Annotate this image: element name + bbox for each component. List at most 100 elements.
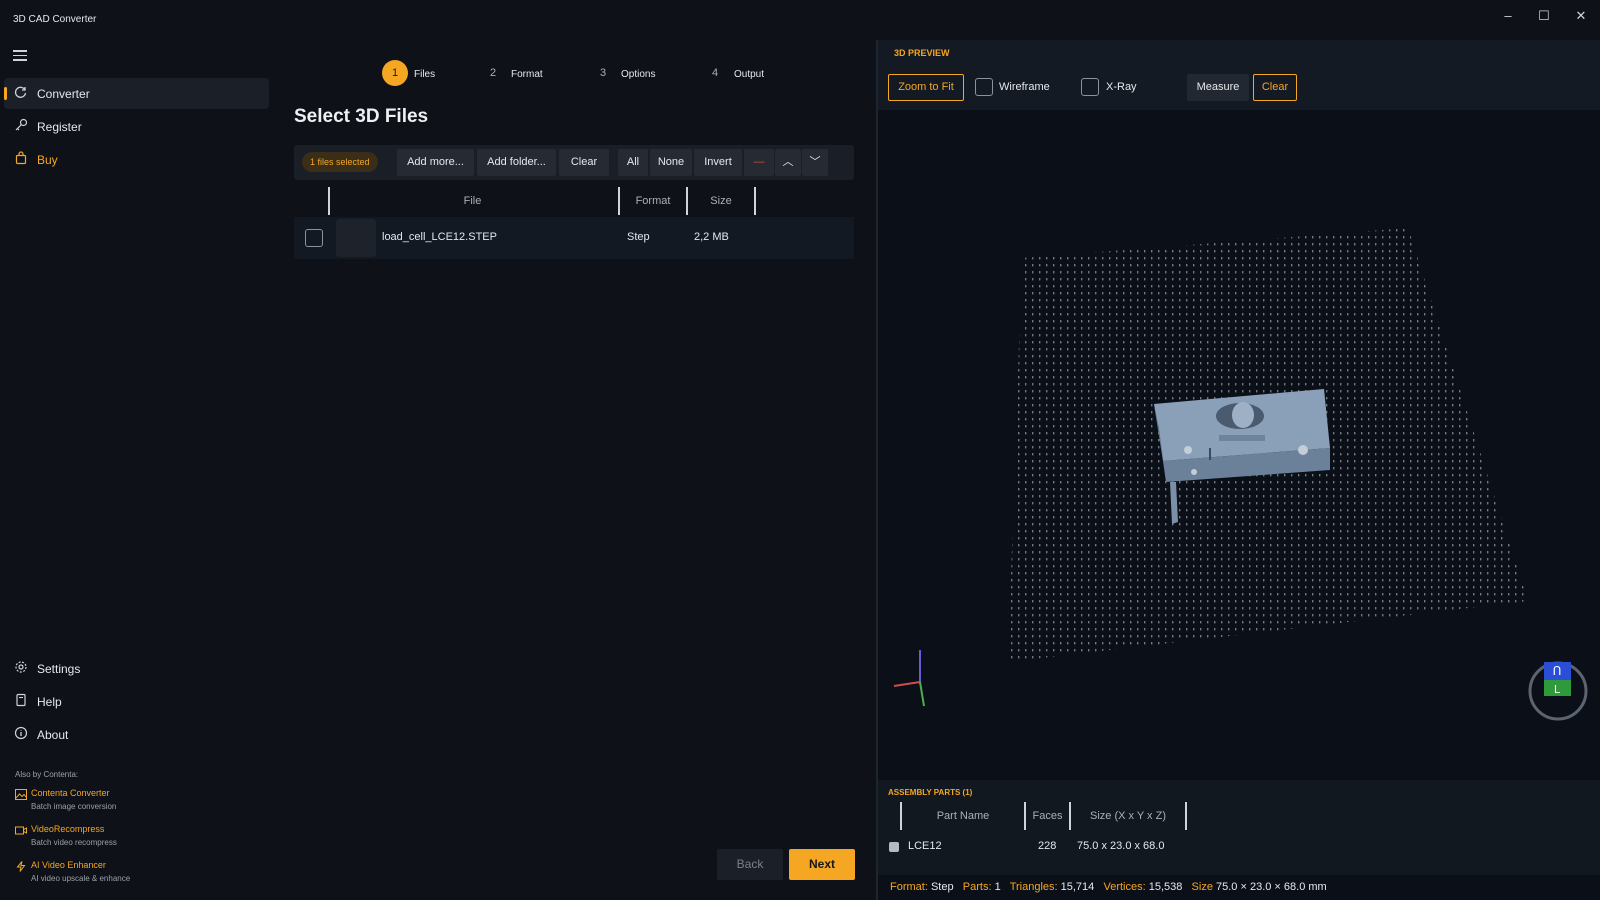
maximize-button[interactable]: ☐ — [1530, 4, 1558, 28]
zoom-to-fit-button[interactable]: Zoom to Fit — [888, 74, 964, 101]
video-icon — [15, 826, 27, 835]
status-vertices-key: Vertices: — [1103, 881, 1146, 893]
select-none-button[interactable]: None — [650, 149, 692, 176]
sidebar-item-buy[interactable]: Buy — [4, 144, 269, 175]
view-cube[interactable]: Ո L — [1528, 661, 1588, 721]
also-by-label: Also by Contenta: — [15, 770, 79, 779]
sidebar-item-converter[interactable]: Converter — [4, 78, 269, 109]
xray-checkbox[interactable] — [1081, 78, 1099, 96]
selected-count-badge: 1 files selected — [302, 152, 378, 172]
step-2-number[interactable]: 2 — [480, 60, 506, 86]
title-bar: 3D CAD Converter – ☐ ✕ — [0, 0, 1600, 40]
part-color-swatch — [889, 842, 899, 852]
sidebar-item-label: Converter — [37, 87, 90, 101]
column-header-part-name[interactable]: Part Name — [902, 802, 1024, 830]
step-1-number[interactable]: 1 — [382, 60, 408, 86]
promo-subtitle: Batch video recompress — [31, 838, 117, 847]
wireframe-checkbox[interactable] — [975, 78, 993, 96]
sidebar: Converter Register Buy Settings Help Abo… — [0, 40, 270, 900]
promo-name: AI Video Enhancer — [31, 860, 106, 870]
sidebar-item-label: Help — [37, 695, 62, 709]
status-line: Format: Step Parts: 1 Triangles: 15,714 … — [890, 881, 1327, 893]
close-button[interactable]: ✕ — [1567, 4, 1595, 28]
step-3-number[interactable]: 3 — [590, 60, 616, 86]
status-parts-value: 1 — [994, 881, 1001, 893]
sidebar-item-label: Buy — [37, 153, 58, 167]
column-header-format[interactable]: Format — [620, 187, 686, 215]
file-toolbar: 1 files selected Add more... Add folder.… — [294, 145, 854, 180]
promo-ai-video-enhancer[interactable]: AI Video Enhancer AI video upscale & enh… — [15, 860, 255, 888]
book-icon — [16, 693, 26, 707]
column-header-part-size[interactable]: Size (X x Y x Z) — [1071, 802, 1185, 830]
invert-selection-button[interactable]: Invert — [694, 149, 742, 176]
step-4-number[interactable]: 4 — [702, 60, 728, 86]
status-bar: Format: Step Parts: 1 Triangles: 15,714 … — [878, 875, 1600, 900]
sidebar-item-about[interactable]: About — [4, 719, 269, 750]
column-header-size[interactable]: Size — [688, 187, 754, 215]
back-button[interactable]: Back — [717, 849, 783, 880]
promo-subtitle: AI video upscale & enhance — [31, 874, 131, 883]
gear-icon — [15, 661, 27, 673]
promo-name: Contenta Converter — [31, 788, 110, 798]
part-faces-cell: 228 — [1038, 840, 1057, 852]
sidebar-item-settings[interactable]: Settings — [4, 653, 269, 684]
clear-files-button[interactable]: Clear — [559, 149, 609, 176]
preview-header: 3D PREVIEW Zoom to Fit Wireframe X-Ray M… — [878, 40, 1600, 110]
view-cube-top-label: Ո — [1553, 664, 1562, 678]
assembly-parts-title: ASSEMBLY PARTS (1) — [888, 788, 973, 797]
page-title: Select 3D Files — [294, 106, 429, 127]
file-format-cell: Step — [627, 231, 650, 243]
sidebar-item-label: About — [37, 728, 69, 742]
xray-label[interactable]: X-Ray — [1106, 81, 1137, 93]
sidebar-item-register[interactable]: Register — [4, 111, 269, 142]
status-format-value: Step — [930, 881, 954, 893]
axis-triad — [893, 650, 925, 707]
file-name-cell: load_cell_LCE12.STEP — [382, 231, 497, 243]
status-format-key: Format: — [890, 881, 928, 893]
measure-button[interactable]: Measure — [1187, 74, 1249, 101]
wireframe-label[interactable]: Wireframe — [999, 81, 1050, 93]
clear-measure-button[interactable]: Clear — [1253, 74, 1297, 101]
shopping-bag-icon — [15, 151, 27, 165]
column-header-file[interactable]: File — [330, 187, 615, 215]
move-down-button[interactable]: ﹀ — [802, 149, 828, 176]
part-size-cell: 75.0 x 23.0 x 68.0 — [1077, 840, 1165, 852]
status-size-key: Size — [1191, 881, 1213, 893]
column-header-faces[interactable]: Faces — [1026, 802, 1069, 830]
minimize-button[interactable]: – — [1494, 4, 1522, 28]
add-more-button[interactable]: Add more... — [397, 149, 474, 176]
sidebar-item-label: Settings — [37, 662, 81, 676]
step-4-label[interactable]: Output — [734, 69, 764, 80]
file-thumbnail — [336, 219, 376, 257]
add-folder-button[interactable]: Add folder... — [477, 149, 556, 176]
converter-icon — [14, 86, 27, 98]
sidebar-item-help[interactable]: Help — [4, 686, 269, 717]
select-all-button[interactable]: All — [618, 149, 648, 176]
status-triangles-key: Triangles: — [1009, 881, 1058, 893]
part-name-cell: LCE12 — [908, 840, 942, 852]
file-table: File Format Size load_cell_LCE12.STEP St… — [294, 187, 854, 260]
step-3-label[interactable]: Options — [621, 69, 655, 80]
hamburger-menu-icon[interactable] — [13, 50, 27, 61]
image-icon — [15, 789, 27, 800]
status-parts-key: Parts: — [962, 881, 992, 893]
promo-subtitle: Batch image conversion — [31, 802, 117, 811]
status-vertices-value: 15,538 — [1148, 881, 1183, 893]
promo-videorecompress[interactable]: VideoRecompress Batch video recompress — [15, 824, 255, 852]
3d-viewport[interactable]: Ո L — [878, 110, 1600, 780]
preview-title: 3D PREVIEW — [894, 48, 950, 58]
3d-scene[interactable]: Ո L — [878, 110, 1600, 780]
file-size-cell: 2,2 MB — [694, 231, 729, 243]
step-1-label[interactable]: Files — [414, 69, 435, 80]
view-cube-front-label: L — [1554, 683, 1561, 696]
move-up-button[interactable]: ︿ — [775, 149, 801, 176]
table-row[interactable]: load_cell_LCE12.STEP Step 2,2 MB — [294, 217, 854, 259]
promo-name: VideoRecompress — [31, 824, 105, 834]
step-2-label[interactable]: Format — [511, 69, 543, 80]
preview-panel: 3D PREVIEW Zoom to Fit Wireframe X-Ray M… — [876, 40, 1600, 900]
remove-button[interactable]: — — [744, 149, 774, 176]
assembly-parts-panel: ASSEMBLY PARTS (1) Part Name Faces Size … — [878, 780, 1600, 875]
next-button[interactable]: Next — [789, 849, 855, 880]
promo-contenta-converter[interactable]: Contenta Converter Batch image conversio… — [15, 788, 255, 816]
row-checkbox[interactable] — [305, 229, 323, 247]
